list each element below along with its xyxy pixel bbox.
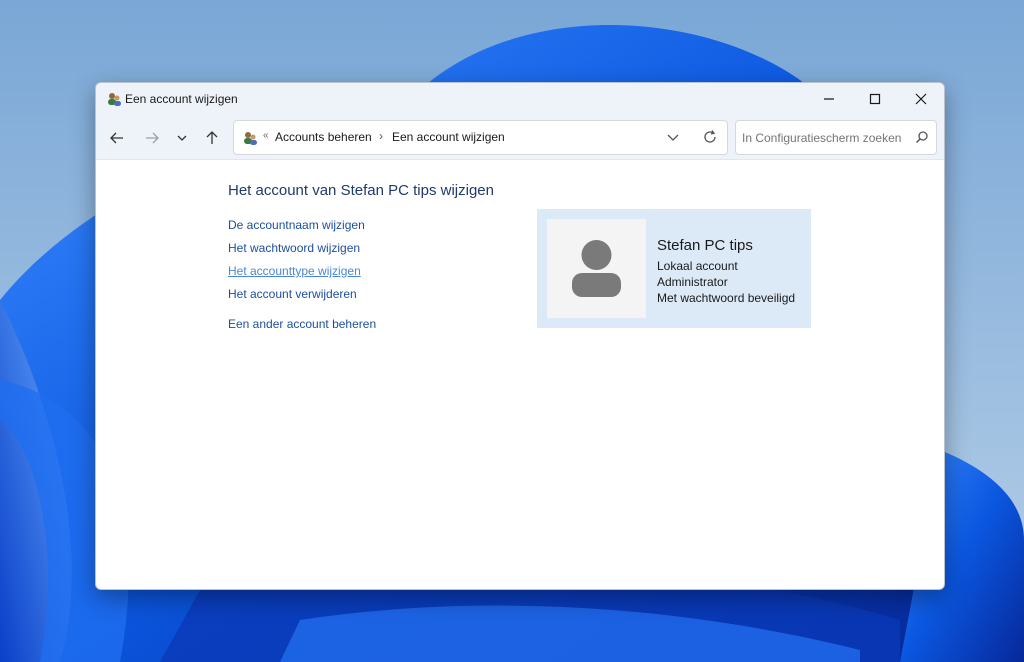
- address-bar[interactable]: « Accounts beheren › Een account wijzige…: [233, 120, 728, 155]
- user-accounts-icon: [108, 93, 121, 106]
- manage-other-account-link[interactable]: Een ander account beheren: [228, 317, 376, 331]
- overflow-chevron-icon[interactable]: «: [263, 130, 269, 141]
- page-title: Het account van Stefan PC tips wijzigen: [228, 182, 494, 199]
- window-title: Een account wijzigen: [125, 92, 238, 106]
- change-password-link[interactable]: Het wachtwoord wijzigen: [228, 241, 360, 255]
- breadcrumb-een-account-wijzigen[interactable]: Een account wijzigen: [392, 130, 505, 144]
- minimize-icon: [824, 98, 834, 100]
- up-button[interactable]: [201, 127, 223, 149]
- navigation-bar: « Accounts beheren › Een account wijzige…: [96, 115, 944, 160]
- maximize-button[interactable]: [852, 83, 898, 115]
- account-role-label: Administrator: [657, 275, 728, 289]
- breadcrumb-accounts-beheren[interactable]: Accounts beheren: [275, 130, 372, 144]
- back-button[interactable]: [106, 127, 128, 149]
- recent-locations-button[interactable]: [171, 127, 193, 149]
- close-button[interactable]: [898, 83, 944, 115]
- avatar: [547, 219, 646, 318]
- chevron-down-icon: [177, 135, 187, 141]
- search-box[interactable]: [735, 120, 937, 155]
- arrow-right-icon: [146, 132, 159, 144]
- account-type-label: Lokaal account: [657, 259, 738, 273]
- user-silhouette-icon: [572, 240, 621, 297]
- forward-button[interactable]: [141, 127, 163, 149]
- change-account-type-link[interactable]: Het accounttype wijzigen: [228, 264, 361, 278]
- minimize-button[interactable]: [806, 83, 852, 115]
- arrow-left-icon: [110, 132, 123, 144]
- arrow-up-icon: [206, 131, 218, 144]
- change-account-name-link[interactable]: De accountnaam wijzigen: [228, 218, 365, 232]
- close-icon: [915, 93, 927, 105]
- search-icon[interactable]: [915, 130, 929, 144]
- search-input[interactable]: [742, 131, 910, 145]
- maximize-icon: [869, 93, 881, 105]
- user-name: Stefan PC tips: [657, 237, 753, 254]
- address-dropdown-icon[interactable]: [666, 130, 680, 144]
- user-account-card: Stefan PC tips Lokaal account Administra…: [537, 209, 811, 328]
- refresh-icon[interactable]: [702, 129, 718, 145]
- title-bar[interactable]: Een account wijzigen: [96, 83, 944, 115]
- password-status-label: Met wachtwoord beveiligd: [657, 291, 796, 305]
- user-accounts-icon: [244, 132, 257, 145]
- delete-account-link[interactable]: Het account verwijderen: [228, 287, 357, 301]
- main-content: Het account van Stefan PC tips wijzigen …: [96, 160, 944, 589]
- breadcrumb-separator-icon[interactable]: ›: [379, 129, 383, 143]
- control-panel-window: Een account wijzigen « Accounts beheren …: [95, 82, 945, 590]
